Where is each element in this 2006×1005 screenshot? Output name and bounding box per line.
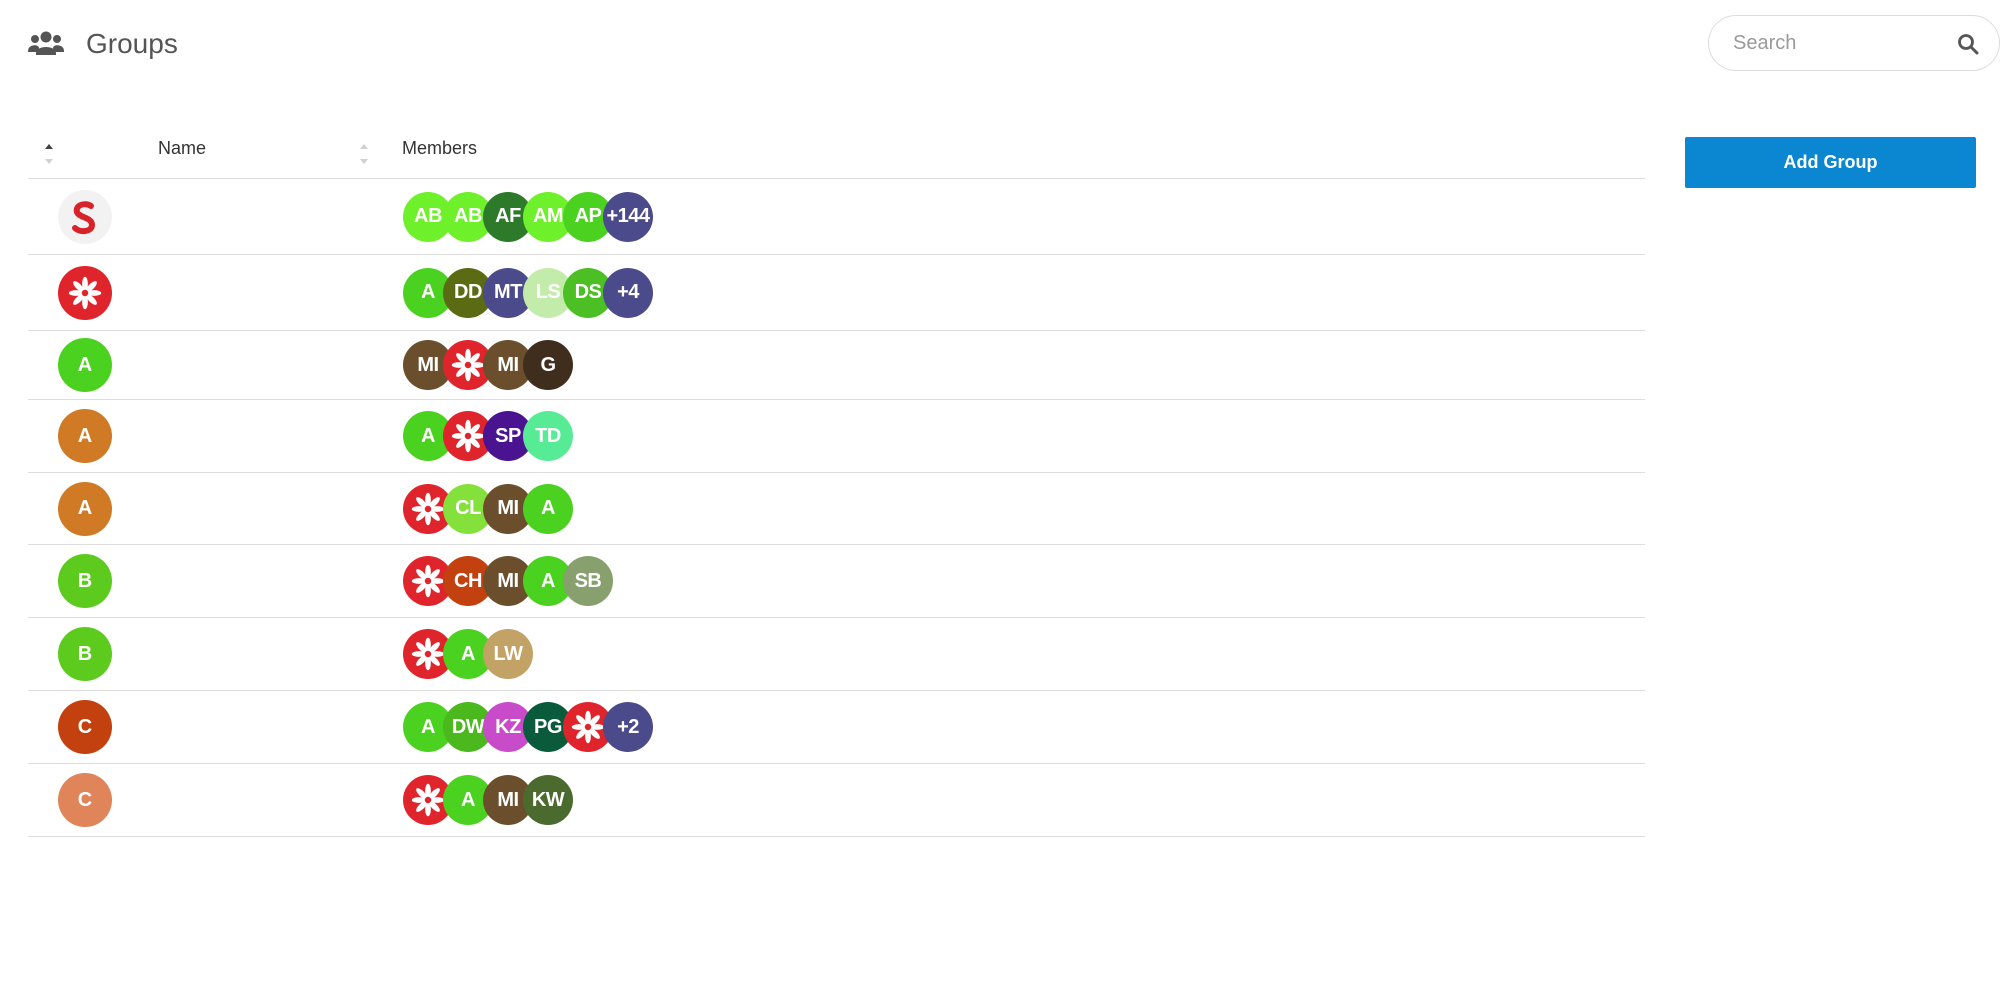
member-initials: A: [541, 569, 555, 592]
column-header-name[interactable]: Name: [158, 138, 206, 159]
sort-name-icon[interactable]: [358, 139, 370, 169]
sort-toggle-icon[interactable]: [43, 139, 55, 169]
member-initials: MI: [497, 788, 519, 811]
member-initials: AF: [495, 205, 521, 227]
members-list: A MI KW: [403, 775, 573, 825]
member-initials: A: [461, 642, 475, 665]
table-row[interactable]: C A DW KZ PG +2: [28, 691, 1645, 764]
member-initials: SP: [495, 424, 521, 447]
member-initials: A: [421, 715, 435, 738]
member-avatar[interactable]: TD: [523, 411, 573, 461]
more-members-badge[interactable]: +4: [603, 267, 653, 318]
search-input[interactable]: [1731, 30, 1955, 56]
member-initials: LW: [493, 642, 524, 665]
member-initials: A: [421, 281, 435, 303]
group-avatar: A: [58, 481, 112, 536]
table-body: AB AB AF AM AP +144 A DD MT LS DS +4 A MI MI G A A SP TD A CL…: [28, 179, 1645, 837]
member-initials: MI: [497, 353, 519, 376]
member-initials: DD: [454, 281, 482, 303]
member-avatar[interactable]: A: [523, 483, 573, 534]
member-initials: AB: [414, 205, 442, 227]
group-avatar: B: [58, 554, 112, 608]
members-list: AB AB AF AM AP +144: [403, 191, 653, 242]
member-avatar[interactable]: G: [523, 340, 573, 390]
member-initials: PG: [534, 715, 562, 738]
group-avatar: A: [58, 338, 112, 392]
members-list: A SP TD: [403, 411, 573, 461]
member-initials: +2: [617, 715, 639, 738]
member-initials: SB: [574, 569, 602, 592]
column-header-members: Members: [402, 138, 478, 158]
member-initials: AM: [532, 205, 564, 227]
search-box[interactable]: [1708, 15, 2000, 71]
add-group-button[interactable]: Add Group: [1685, 137, 1976, 188]
group-avatar: B: [58, 627, 112, 681]
member-initials: AB: [454, 205, 482, 227]
table-row[interactable]: B CH MI A SB: [28, 545, 1645, 618]
member-initials: KZ: [495, 715, 521, 738]
group-avatar: A: [58, 409, 112, 463]
search-icon[interactable]: [1957, 33, 1979, 55]
member-initials: A: [421, 424, 435, 447]
table-row[interactable]: A DD MT LS DS +4: [28, 255, 1645, 331]
table-row[interactable]: A CL MI A: [28, 473, 1645, 545]
groups-table: Name Members AB AB AF AM AP +144 A DD MT LS DS +4 A M…: [28, 125, 1645, 837]
users-icon: [28, 29, 64, 59]
member-initials: CH: [454, 569, 482, 592]
members-list: MI MI G: [403, 340, 573, 390]
member-initials: A: [461, 788, 475, 811]
member-initials: MI: [497, 497, 519, 519]
member-initials: KW: [531, 788, 565, 811]
table-row[interactable]: A A SP TD: [28, 400, 1645, 473]
members-list: A DD MT LS DS +4: [403, 267, 653, 318]
more-members-badge[interactable]: +144: [603, 191, 653, 242]
member-initials: TD: [535, 424, 561, 447]
members-list: CH MI A SB: [403, 556, 613, 606]
group-avatar-flower-logo-icon: [58, 265, 112, 320]
member-avatar[interactable]: SB: [563, 556, 613, 606]
member-initials: LS: [535, 281, 561, 303]
member-initials: +144: [606, 205, 650, 227]
member-initials: MI: [497, 569, 519, 592]
table-row[interactable]: B A LW: [28, 618, 1645, 691]
member-initials: DS: [574, 281, 602, 303]
more-members-badge[interactable]: +2: [603, 702, 653, 752]
table-header: Name Members: [28, 125, 1645, 179]
member-initials: +4: [617, 281, 639, 303]
group-avatar: C: [58, 700, 112, 754]
member-initials: MI: [417, 353, 439, 376]
member-initials: G: [540, 353, 556, 376]
members-list: A LW: [403, 629, 533, 679]
table-row[interactable]: C A MI KW: [28, 764, 1645, 837]
member-avatar[interactable]: LW: [483, 629, 533, 679]
member-initials: DW: [451, 715, 485, 738]
group-avatar: C: [58, 773, 112, 827]
member-avatar[interactable]: KW: [523, 775, 573, 825]
group-avatar-s-logo-icon: [58, 189, 112, 244]
page-title: Groups: [86, 28, 178, 59]
table-row[interactable]: A MI MI G: [28, 331, 1645, 400]
table-row[interactable]: AB AB AF AM AP +144: [28, 179, 1645, 255]
page-header: Groups: [28, 22, 178, 66]
member-initials: AP: [574, 205, 602, 227]
members-list: A DW KZ PG +2: [403, 702, 653, 752]
member-initials: A: [541, 497, 555, 519]
member-initials: CL: [455, 497, 481, 519]
member-initials: MT: [494, 281, 522, 303]
members-list: CL MI A: [403, 483, 573, 534]
